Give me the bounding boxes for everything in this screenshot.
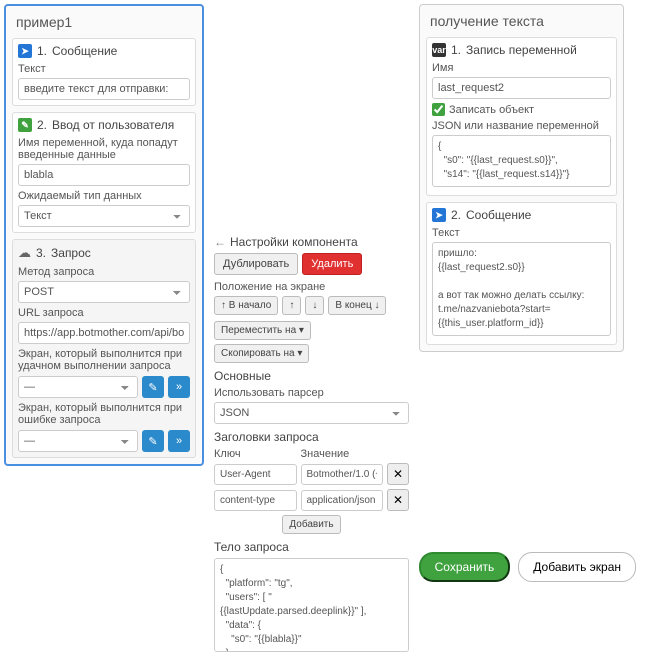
name-label: Имя: [432, 62, 611, 74]
error-screen-select[interactable]: —: [18, 430, 138, 452]
header-row: ✕: [214, 489, 409, 511]
block-userinput[interactable]: ✎ 2. Ввод от пользователя Имя переменной…: [12, 112, 196, 233]
method-label: Метод запроса: [18, 266, 190, 278]
add-screen-button[interactable]: Добавить экран: [518, 552, 636, 582]
back-icon[interactable]: ←: [214, 235, 226, 249]
cloud-icon: ☁: [18, 245, 31, 261]
block-label: Запрос: [51, 246, 91, 260]
arrow-icon: ➤: [432, 208, 446, 222]
var-name-input[interactable]: [18, 164, 190, 186]
header-val-input[interactable]: [301, 490, 384, 511]
block-label: Запись переменной: [466, 43, 577, 57]
block-num: 3.: [36, 246, 46, 260]
arrow-icon: ➤: [18, 44, 32, 58]
header-row: ✕: [214, 463, 409, 485]
screen-panel-2: получение текста var 1. Запись переменно…: [419, 4, 624, 352]
data-type-select[interactable]: Текст: [18, 205, 190, 227]
header-val-input[interactable]: [301, 464, 384, 485]
to-end-button[interactable]: В конец ↓: [328, 296, 386, 315]
screen-title: получение текста: [426, 11, 617, 31]
move-down-button[interactable]: ↓: [305, 296, 324, 315]
error-label: Экран, который выполнится при ошибке зап…: [18, 402, 190, 426]
var-icon: var: [432, 43, 446, 57]
block-num: 1.: [451, 43, 461, 57]
screen-panel-1: пример1 ➤ 1. Сообщение Текст ✎ 2. Ввод о…: [4, 4, 204, 466]
block-label: Ввод от пользователя: [52, 118, 174, 132]
block-message[interactable]: ➤ 1. Сообщение Текст: [12, 38, 196, 106]
duplicate-button[interactable]: Дублировать: [214, 253, 298, 275]
component-settings: ←Настройки компонента Дублировать Удалит…: [214, 229, 409, 655]
write-object-checkbox[interactable]: Записать объект: [432, 103, 611, 116]
block-message[interactable]: ➤ 2. Сообщение Текст пришло: {{last_requ…: [426, 202, 617, 345]
block-num: 2.: [37, 118, 47, 132]
block-label: Сообщение: [466, 208, 531, 222]
block-request[interactable]: ☁ 3. Запрос Метод запроса POST URL запро…: [12, 239, 196, 458]
goto-icon[interactable]: »: [168, 376, 190, 398]
delete-button[interactable]: Удалить: [302, 253, 362, 275]
remove-header-button[interactable]: ✕: [387, 489, 409, 511]
success-screen-select[interactable]: —: [18, 376, 138, 398]
save-button[interactable]: Сохранить: [419, 552, 511, 582]
add-header-button[interactable]: Добавить: [282, 515, 340, 534]
parser-select[interactable]: JSON: [214, 402, 409, 424]
text-label: Текст: [18, 63, 190, 75]
move-up-button[interactable]: ↑: [282, 296, 301, 315]
goto-icon[interactable]: »: [168, 430, 190, 452]
chevron-down-icon: ▾: [297, 348, 302, 359]
input-icon: ✎: [18, 118, 32, 132]
position-label: Положение на экране: [214, 281, 409, 293]
url-input[interactable]: [18, 322, 190, 344]
to-start-button[interactable]: ↑ В начало: [214, 296, 278, 315]
header-val-label: Значение: [301, 448, 384, 460]
chevron-down-icon: ▾: [299, 325, 304, 336]
block-num: 2.: [451, 208, 461, 222]
json-label: JSON или название переменной: [432, 120, 611, 132]
block-num: 1.: [37, 44, 47, 58]
header-key-input[interactable]: [214, 464, 297, 485]
success-label: Экран, который выполнится при удачном вы…: [18, 348, 190, 372]
parser-label: Использовать парсер: [214, 387, 409, 399]
message-text-textarea[interactable]: пришло: {{last_request2.s0}} а вот так м…: [432, 242, 611, 336]
body-label: Тело запроса: [214, 540, 409, 554]
settings-title: ←Настройки компонента: [214, 235, 409, 249]
url-label: URL запроса: [18, 307, 190, 319]
remove-header-button[interactable]: ✕: [387, 463, 409, 485]
edit-icon[interactable]: ✎: [142, 376, 164, 398]
block-variable[interactable]: var 1. Запись переменной Имя Записать об…: [426, 37, 617, 196]
main-label: Основные: [214, 369, 409, 383]
var-name-input[interactable]: [432, 77, 611, 99]
screen-title: пример1: [12, 12, 196, 32]
header-key-input[interactable]: [214, 490, 297, 511]
footer-actions: Сохранить Добавить экран: [419, 552, 636, 582]
request-body-textarea[interactable]: { "platform": "tg", "users": [ "{{lastUp…: [214, 558, 409, 652]
json-textarea[interactable]: { "s0": "{{last_request.s0}}", "s14": "{…: [432, 135, 611, 187]
text-label: Текст: [432, 227, 611, 239]
method-select[interactable]: POST: [18, 281, 190, 303]
headers-label: Заголовки запроса: [214, 430, 409, 444]
var-label: Имя переменной, куда попадут введенные д…: [18, 137, 190, 161]
header-key-label: Ключ: [214, 448, 297, 460]
copy-to-button[interactable]: Скопировать на ▾: [214, 344, 309, 363]
message-text-input[interactable]: [18, 78, 190, 100]
type-label: Ожидаемый тип данных: [18, 190, 190, 202]
move-to-button[interactable]: Переместить на ▾: [214, 321, 311, 340]
edit-icon[interactable]: ✎: [142, 430, 164, 452]
block-label: Сообщение: [52, 44, 117, 58]
